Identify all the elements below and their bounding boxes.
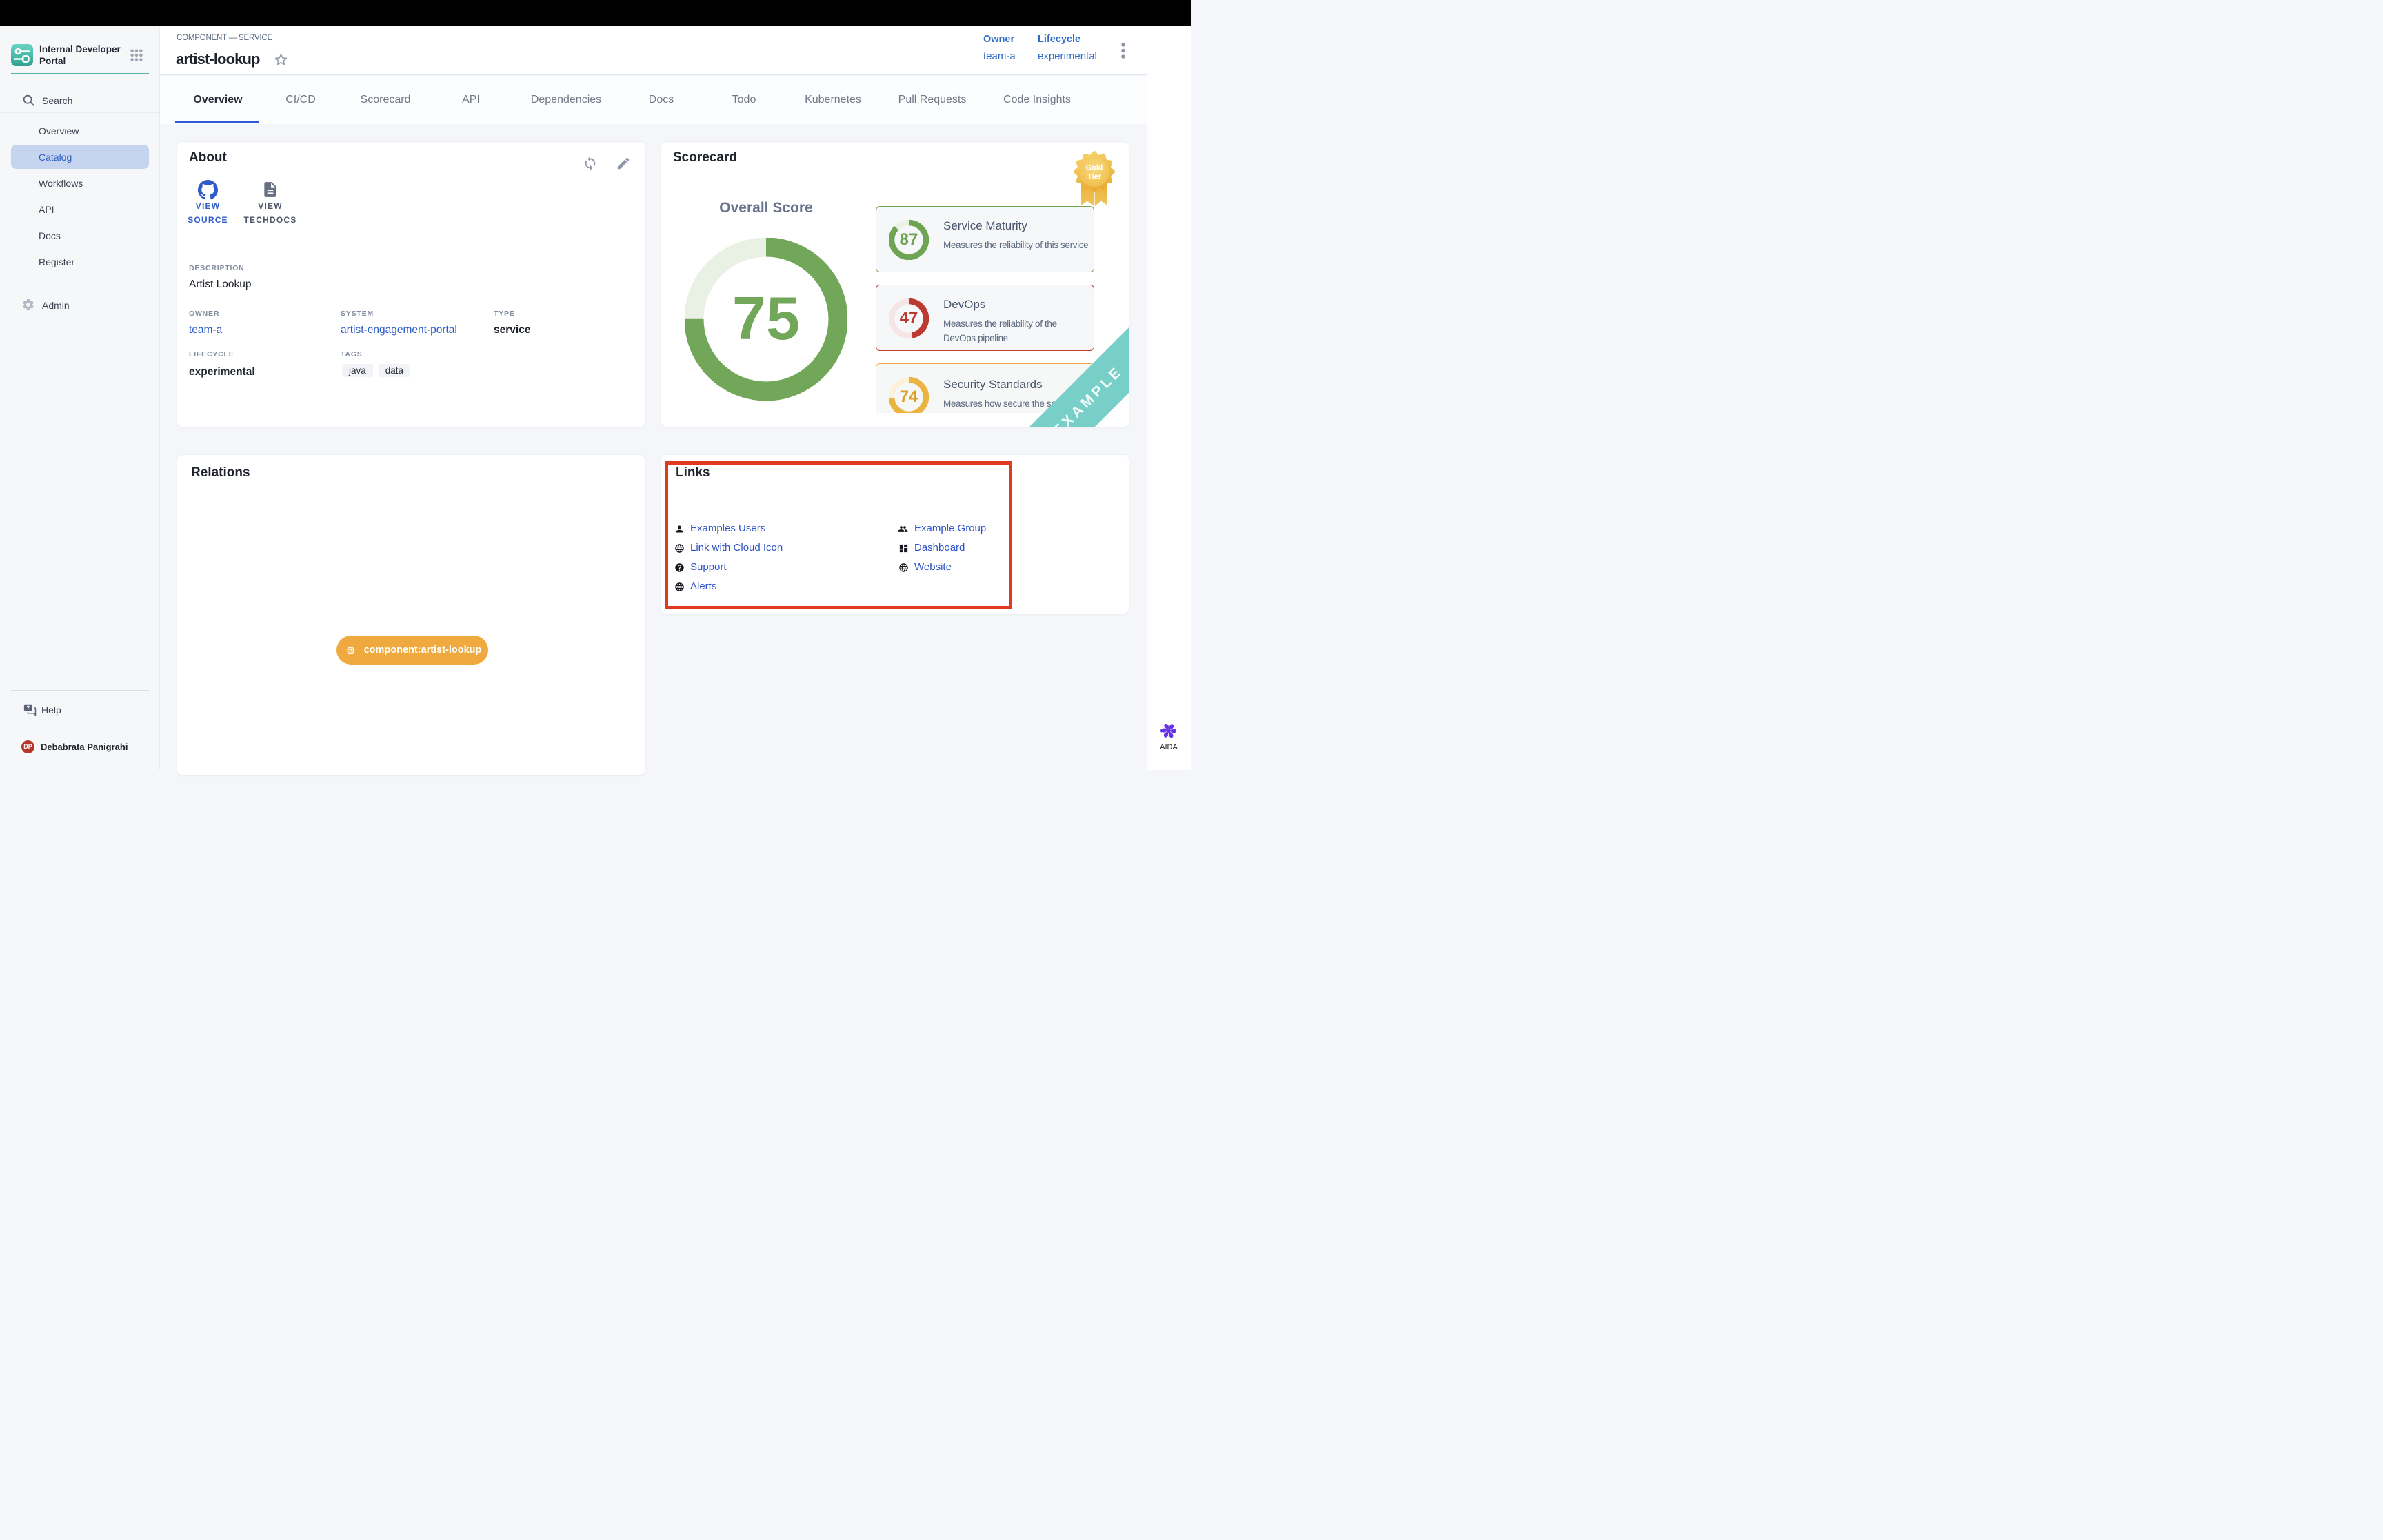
svg-text:Gold: Gold [1085, 164, 1103, 172]
svg-text:Tier: Tier [1087, 173, 1102, 181]
svg-text:?: ? [26, 705, 30, 711]
